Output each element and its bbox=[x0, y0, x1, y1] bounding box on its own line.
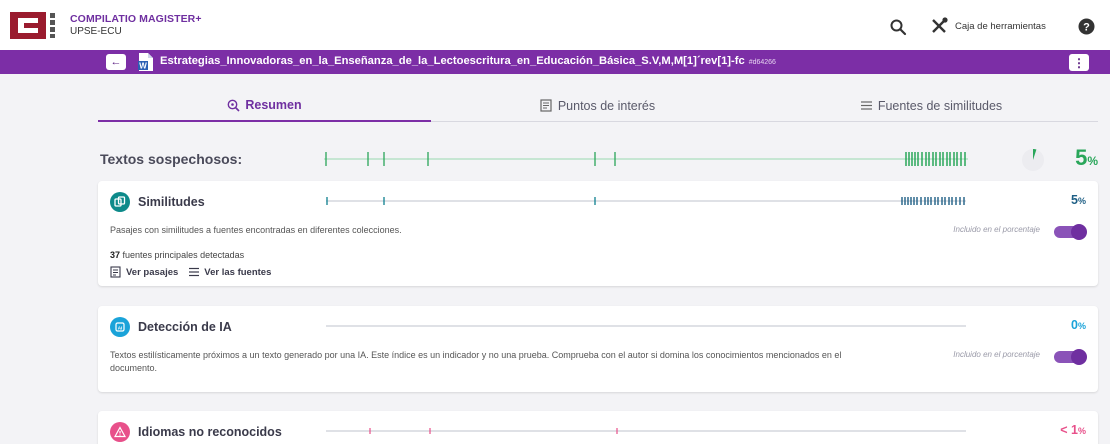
ia-percent: 0% bbox=[1071, 318, 1086, 332]
idiomas-track bbox=[326, 428, 966, 434]
tab-label: Puntos de interés bbox=[557, 98, 656, 113]
brand: COMPILATIO MAGISTER+ UPSE-ECU bbox=[70, 13, 202, 37]
similitudes-included-label: Incluido en el porcentaje bbox=[953, 225, 1040, 234]
idiomas-title: Idiomas no reconocidos bbox=[138, 425, 282, 439]
word-file-icon: W bbox=[138, 53, 153, 71]
document-id: #d64266 bbox=[748, 59, 776, 66]
tab-puntos-de-interes[interactable]: Puntos de interés bbox=[431, 90, 764, 122]
warning-icon bbox=[110, 422, 130, 442]
ia-include-toggle[interactable] bbox=[1054, 349, 1087, 365]
ia-header: AI Detección de IA bbox=[110, 317, 232, 337]
similitudes-description: Pasajes con similitudes a fuentes encont… bbox=[110, 225, 402, 235]
list-icon bbox=[860, 101, 872, 110]
similitudes-percent: 5% bbox=[1071, 193, 1086, 207]
ia-description: Textos estilísticamente próximos a un te… bbox=[110, 350, 842, 373]
ia-track bbox=[326, 325, 966, 327]
tools-button[interactable]: Caja de herramientas bbox=[930, 17, 1046, 35]
top-bar: COMPILATIO MAGISTER+ UPSE-ECU Caja de he… bbox=[0, 0, 1110, 50]
back-button[interactable]: ← bbox=[106, 54, 126, 70]
view-sources-label: Ver las fuentes bbox=[204, 266, 272, 278]
tab-label: Resumen bbox=[245, 98, 302, 112]
svg-text:AI: AI bbox=[118, 325, 123, 330]
sources-count-line: 37 fuentes principales detectadas bbox=[110, 250, 244, 260]
search-icon[interactable] bbox=[889, 18, 907, 36]
similitudes-track bbox=[326, 197, 966, 205]
tab-fuentes-de-similitudes[interactable]: Fuentes de similitudes bbox=[764, 90, 1098, 122]
puntos-icon bbox=[540, 99, 552, 112]
cebl-logo[interactable] bbox=[10, 12, 58, 39]
suspicious-texts-label: Textos sospechosos: bbox=[100, 151, 243, 167]
summary-percent-unit: % bbox=[1087, 154, 1098, 168]
tab-resumen[interactable]: Resumen bbox=[98, 90, 431, 122]
suspicious-texts-summary: Textos sospechosos: 5% bbox=[100, 145, 1100, 173]
document-name: Estrategias_Innovadoras_en_la_Enseñanza_… bbox=[160, 55, 745, 67]
sources-count-label: fuentes principales detectadas bbox=[122, 250, 245, 260]
institution-name: UPSE-ECU bbox=[70, 26, 122, 37]
unrecognized-languages-card: Idiomas no reconocidos < 1% bbox=[98, 411, 1098, 444]
passages-icon bbox=[110, 266, 121, 278]
more-options-button[interactable]: ⋮ bbox=[1069, 54, 1089, 71]
document-bar: ← W Estrategias_Innovadoras_en_la_Enseña… bbox=[0, 50, 1110, 74]
help-icon[interactable]: ? bbox=[1078, 18, 1095, 35]
similitudes-include-toggle[interactable] bbox=[1054, 224, 1087, 240]
view-passages-label: Ver pasajes bbox=[126, 266, 179, 278]
view-sources-link[interactable]: Ver las fuentes bbox=[188, 266, 271, 278]
ia-percent-unit: % bbox=[1077, 321, 1086, 331]
tab-bar: Resumen Puntos de interés Fuentes de sim… bbox=[98, 90, 1098, 122]
svg-text:W: W bbox=[139, 62, 147, 71]
idiomas-percent-unit: % bbox=[1077, 426, 1086, 436]
svg-text:?: ? bbox=[1083, 22, 1090, 34]
document-title: Estrategias_Innovadoras_en_la_Enseñanza_… bbox=[160, 55, 776, 67]
similitudes-percent-unit: % bbox=[1077, 196, 1086, 206]
summary-percent-value: 5 bbox=[1075, 145, 1088, 170]
brand-name: COMPILATIO MAGISTER+ bbox=[70, 13, 202, 25]
similitudes-links: Ver pasajes Ver las fuentes bbox=[110, 266, 271, 278]
resumen-icon bbox=[227, 99, 240, 112]
sources-count: 37 bbox=[110, 250, 121, 260]
idiomas-header: Idiomas no reconocidos bbox=[110, 422, 282, 442]
idiomas-percent: < 1% bbox=[1060, 423, 1086, 437]
ia-detection-card: AI Detección de IA 0% Textos estilística… bbox=[98, 306, 1098, 392]
copy-icon bbox=[110, 192, 130, 212]
ia-title: Detección de IA bbox=[138, 320, 232, 334]
tools-icon bbox=[932, 17, 948, 33]
similitudes-header: Similitudes bbox=[110, 192, 205, 212]
score-donut-icon bbox=[1022, 148, 1044, 171]
ia-included-label: Incluido en el porcentaje bbox=[953, 350, 1040, 359]
kebab-icon: ⋮ bbox=[1073, 55, 1085, 70]
similitudes-title: Similitudes bbox=[138, 195, 205, 209]
tab-label: Fuentes de similitudes bbox=[877, 98, 1003, 113]
suspicious-texts-percent: 5% bbox=[1075, 145, 1098, 171]
list-icon bbox=[189, 267, 200, 277]
similitudes-card: Similitudes 5% Pasajes con similitudes a… bbox=[98, 181, 1098, 286]
ai-icon: AI bbox=[110, 317, 130, 337]
arrow-left-icon: ← bbox=[110, 56, 122, 68]
view-passages-link[interactable]: Ver pasajes bbox=[110, 266, 178, 278]
tools-label: Caja de herramientas bbox=[955, 20, 1046, 32]
idiomas-percent-value: < 1 bbox=[1060, 423, 1078, 437]
suspicious-texts-track bbox=[324, 152, 968, 166]
ia-percent-value: 0 bbox=[1071, 318, 1078, 332]
similitudes-percent-value: 5 bbox=[1071, 193, 1078, 207]
